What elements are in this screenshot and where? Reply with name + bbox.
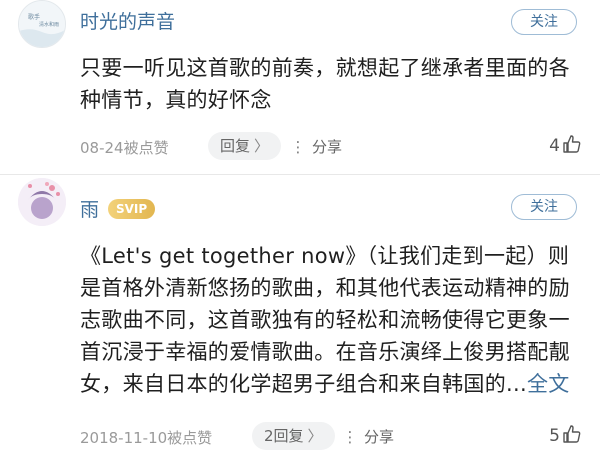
comment-text-content: 《Let's get together now》（让我们走到一起）则是首格外清新… xyxy=(80,244,570,396)
reply-button[interactable]: 2回复〉 xyxy=(252,422,335,450)
chevron-right-icon: 〉 xyxy=(307,427,323,445)
comment-text: 只要一听见这首歌的前奏，就想起了继承者里面的各种情节，真的好怀念 xyxy=(80,52,585,116)
reply-label: 回复 xyxy=(220,137,251,155)
share-icon: ⋮ xyxy=(290,138,306,156)
reply-label: 2回复 xyxy=(264,427,304,445)
thumbs-up-icon xyxy=(563,425,581,443)
comment-meta: 2018-11-10被点赞 2回复〉 ⋮ 分享 5 xyxy=(80,422,582,452)
divider xyxy=(0,174,600,175)
like-count: 5 xyxy=(549,426,560,446)
username[interactable]: 时光的声音 xyxy=(80,10,175,34)
reply-button[interactable]: 回复〉 xyxy=(208,132,282,160)
comment-item: 歌手 清水和雨 时光的声音 关注 只要一听见这首歌的前奏，就想起了继承者里面的各… xyxy=(0,0,600,175)
share-label: 分享 xyxy=(312,138,343,156)
avatar-text-line-1: 歌手 xyxy=(28,13,40,21)
share-button[interactable]: ⋮ 分享 xyxy=(342,426,395,447)
share-button[interactable]: ⋮ 分享 xyxy=(290,136,343,157)
timestamp: 2018-11-10被点赞 xyxy=(80,429,213,447)
svip-badge: SVIP xyxy=(108,199,156,219)
username[interactable]: 雨 xyxy=(80,198,99,222)
avatar-text-line-2: 清水和雨 xyxy=(39,21,59,28)
read-more-link[interactable]: 全文 xyxy=(527,372,570,396)
like-count: 4 xyxy=(549,136,560,156)
follow-button[interactable]: 关注 xyxy=(511,194,577,220)
like-button[interactable]: 4 xyxy=(549,134,582,156)
avatar[interactable]: 歌手 清水和雨 xyxy=(18,0,66,48)
thumbs-up-icon xyxy=(563,135,581,153)
comment-item: 雨 SVIP 关注 《Let's get together now》（让我们走到… xyxy=(0,178,600,462)
comment-text: 《Let's get together now》（让我们走到一起）则是首格外清新… xyxy=(80,240,585,400)
share-label: 分享 xyxy=(364,428,395,446)
timestamp: 08-24被点赞 xyxy=(80,139,169,157)
chevron-right-icon: 〉 xyxy=(254,137,270,155)
comment-text-content: 只要一听见这首歌的前奏，就想起了继承者里面的各种情节，真的好怀念 xyxy=(80,56,570,112)
comment-meta: 08-24被点赞 回复〉 ⋮ 分享 4 xyxy=(80,132,582,162)
follow-button[interactable]: 关注 xyxy=(511,9,577,35)
avatar[interactable] xyxy=(18,178,66,226)
like-button[interactable]: 5 xyxy=(549,424,582,446)
share-icon: ⋮ xyxy=(342,428,358,446)
